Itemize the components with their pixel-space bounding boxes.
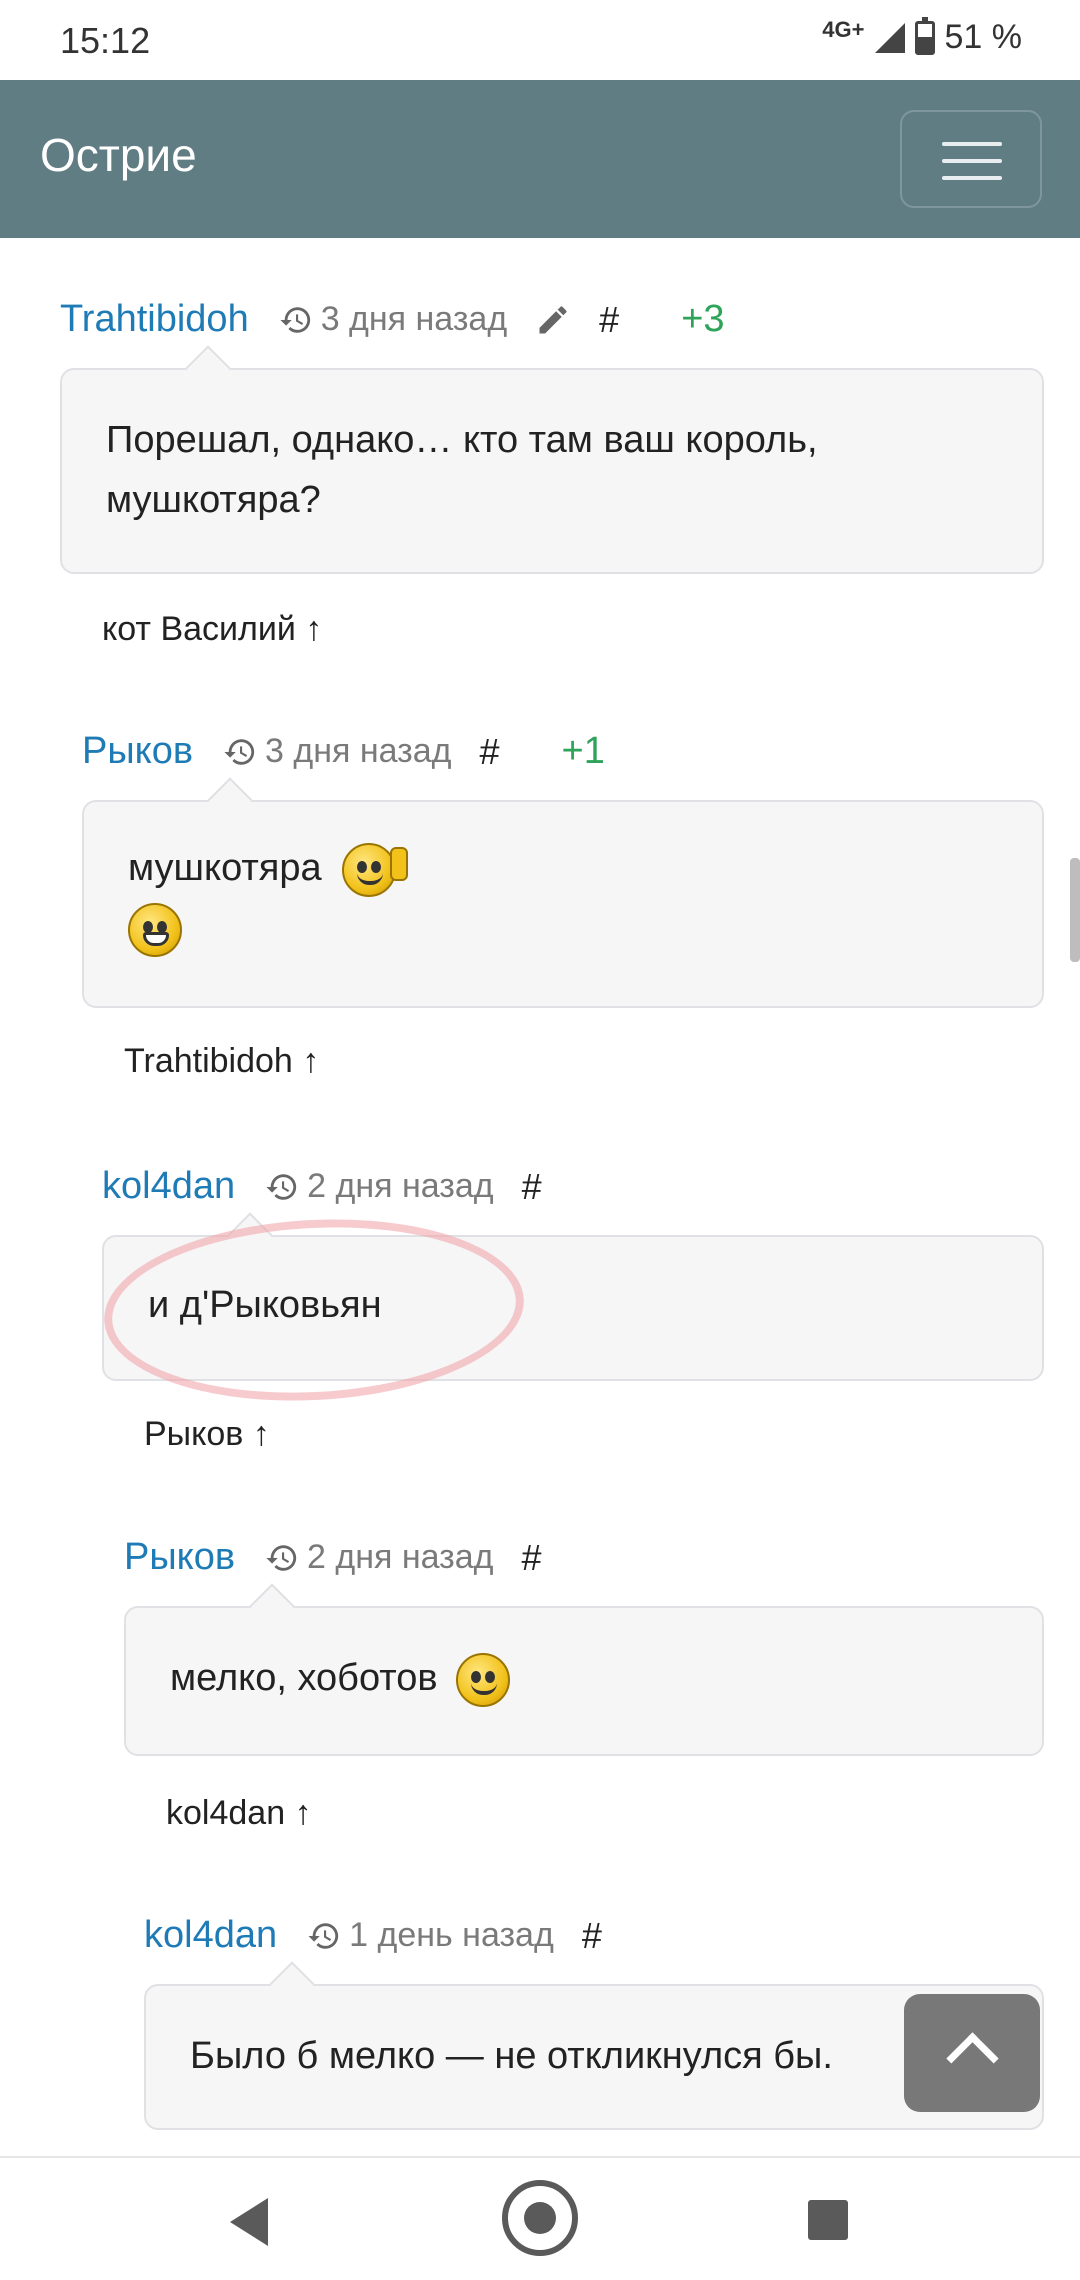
comment-permalink[interactable]: # <box>599 299 619 341</box>
menu-toggle-button[interactable] <box>900 110 1042 208</box>
reply-to-link[interactable]: kol4dan ↑ <box>166 1794 312 1833</box>
pencil-icon[interactable] <box>535 302 571 338</box>
thumb-icon <box>390 846 409 881</box>
comment-time[interactable]: 2 дня назад <box>307 1167 493 1206</box>
comment-time[interactable]: 2 дня назад <box>307 1538 493 1577</box>
comment: Рыков 3 дня назад # +1 мушкотяра Trahtib… <box>82 730 1044 1110</box>
comment-author[interactable]: kol4dan <box>102 1165 235 1208</box>
back-icon[interactable] <box>230 2198 268 2246</box>
comment-text: Порешал, однако… кто там ваш король, муш… <box>106 419 818 521</box>
comment-score: +1 <box>561 730 605 772</box>
comment-author[interactable]: kol4dan <box>144 1914 277 1957</box>
comment-body: и д'Рыковьян <box>102 1235 1044 1381</box>
battery-icon <box>914 16 935 55</box>
smiley-icon <box>456 1652 511 1707</box>
comment-text: мелко, хоботов <box>170 1657 438 1699</box>
signal-icon <box>874 22 905 53</box>
reply-to-link[interactable]: кот Василий ↑ <box>102 610 322 649</box>
comment-meta: kol4dan 2 дня назад # <box>102 1165 542 1208</box>
comment-text: и д'Рыковьян <box>148 1284 382 1326</box>
comment-meta: Рыков 2 дня назад # <box>124 1536 542 1579</box>
comment-time[interactable]: 3 дня назад <box>265 732 451 771</box>
site-brand[interactable]: Острие <box>40 128 197 182</box>
history-icon <box>224 738 255 765</box>
reply-to-link[interactable]: Рыков ↑ <box>144 1415 270 1454</box>
history-icon <box>266 1173 297 1200</box>
history-icon <box>280 306 310 333</box>
comment-meta: kol4dan 1 день назад # <box>144 1914 602 1957</box>
scrollbar[interactable] <box>1070 858 1080 962</box>
system-navigation-bar <box>0 2156 1080 2280</box>
comment-meta: Trahtibidoh 3 дня назад # +3 <box>60 298 725 341</box>
comment-permalink[interactable]: # <box>522 1537 542 1579</box>
comment-body: Порешал, однако… кто там ваш король, муш… <box>60 368 1044 574</box>
comment-text: мушкотяра <box>128 847 322 889</box>
comment-body: мелко, хоботов <box>124 1606 1044 1756</box>
recents-icon[interactable] <box>808 2200 848 2240</box>
battery-percent: 51 % <box>944 18 1023 56</box>
comment-time[interactable]: 1 день назад <box>349 1916 554 1955</box>
home-icon[interactable] <box>502 2180 578 2256</box>
scroll-to-top-button[interactable] <box>904 1994 1040 2112</box>
thumbs-up-smiley-icon <box>342 842 397 897</box>
site-navbar: Острие <box>0 80 1080 238</box>
comment-author[interactable]: Рыков <box>124 1536 235 1579</box>
grin-smiley-icon <box>128 902 182 957</box>
comment-meta: Рыков 3 дня назад # +1 <box>82 730 605 773</box>
comment-permalink[interactable]: # <box>582 1915 602 1957</box>
network-type: 4G+ <box>822 16 865 42</box>
comment-body: мушкотяра <box>82 800 1044 1008</box>
history-icon <box>266 1544 297 1571</box>
comment-time[interactable]: 3 дня назад <box>321 300 507 339</box>
comment-permalink[interactable]: # <box>522 1166 542 1208</box>
comment: Trahtibidoh 3 дня назад # +3 Порешал, од… <box>60 298 1044 678</box>
comment-permalink[interactable]: # <box>480 731 500 773</box>
comment-author[interactable]: Trahtibidoh <box>60 298 249 341</box>
reply-to-link[interactable]: Trahtibidoh ↑ <box>124 1042 319 1081</box>
comment: kol4dan 2 дня назад # и д'Рыковьян Рыков… <box>102 1165 1044 1465</box>
comment: Рыков 2 дня назад # мелко, хоботов kol4d… <box>124 1536 1044 1836</box>
status-icons: 4G+ 51 % <box>822 16 1023 57</box>
comment-text: Было б мелко — не откликнулся бы. <box>190 2035 833 2077</box>
comment-score: +3 <box>681 298 725 340</box>
history-icon <box>308 1922 339 1949</box>
comment-author[interactable]: Рыков <box>82 730 193 773</box>
status-time: 15:12 <box>60 20 151 61</box>
status-bar: 15:12 4G+ 51 % <box>0 0 1080 80</box>
